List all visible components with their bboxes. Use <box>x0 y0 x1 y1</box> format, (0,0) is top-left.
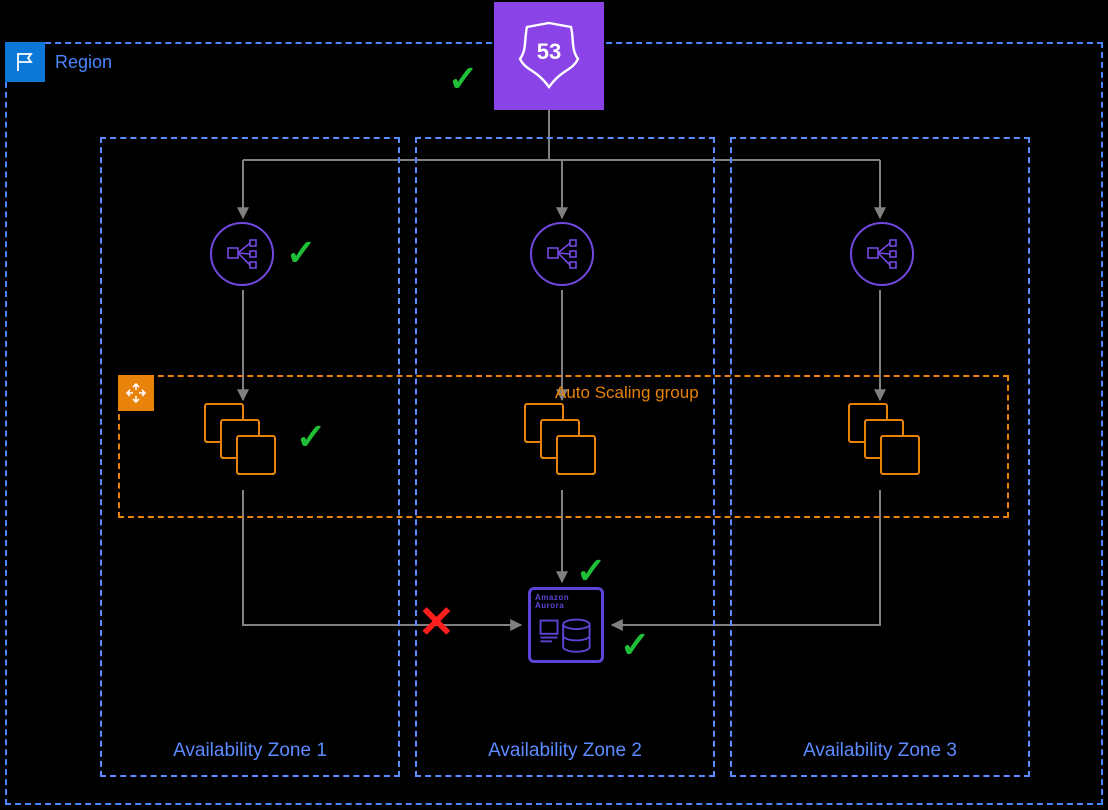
ec2-instances-icon <box>848 403 934 489</box>
ec2-instances-icon <box>204 403 290 489</box>
elb-icon <box>530 222 594 286</box>
elb-icon <box>850 222 914 286</box>
svg-text:53: 53 <box>537 39 561 64</box>
ec2-instances-icon <box>524 403 610 489</box>
checkmark-icon: ✓ <box>576 550 606 592</box>
az-label: Availability Zone 1 <box>102 740 398 762</box>
az-label: Availability Zone 3 <box>732 740 1028 762</box>
checkmark-icon: ✓ <box>448 58 478 100</box>
aurora-database-icon: Amazon Aurora <box>528 587 604 663</box>
route53-icon: 53 <box>494 2 604 110</box>
cross-icon: ✕ <box>418 597 455 648</box>
elb-icon <box>210 222 274 286</box>
checkmark-icon: ✓ <box>286 232 316 274</box>
checkmark-icon: ✓ <box>620 624 650 666</box>
auto-scaling-group-label: Auto Scaling group <box>555 383 699 403</box>
region-label: Region <box>55 52 112 73</box>
aurora-label-line2: Aurora <box>535 601 564 610</box>
auto-scaling-icon <box>118 375 154 411</box>
checkmark-icon: ✓ <box>296 416 326 458</box>
region-flag-icon <box>5 42 45 82</box>
az-label: Availability Zone 2 <box>417 740 713 762</box>
